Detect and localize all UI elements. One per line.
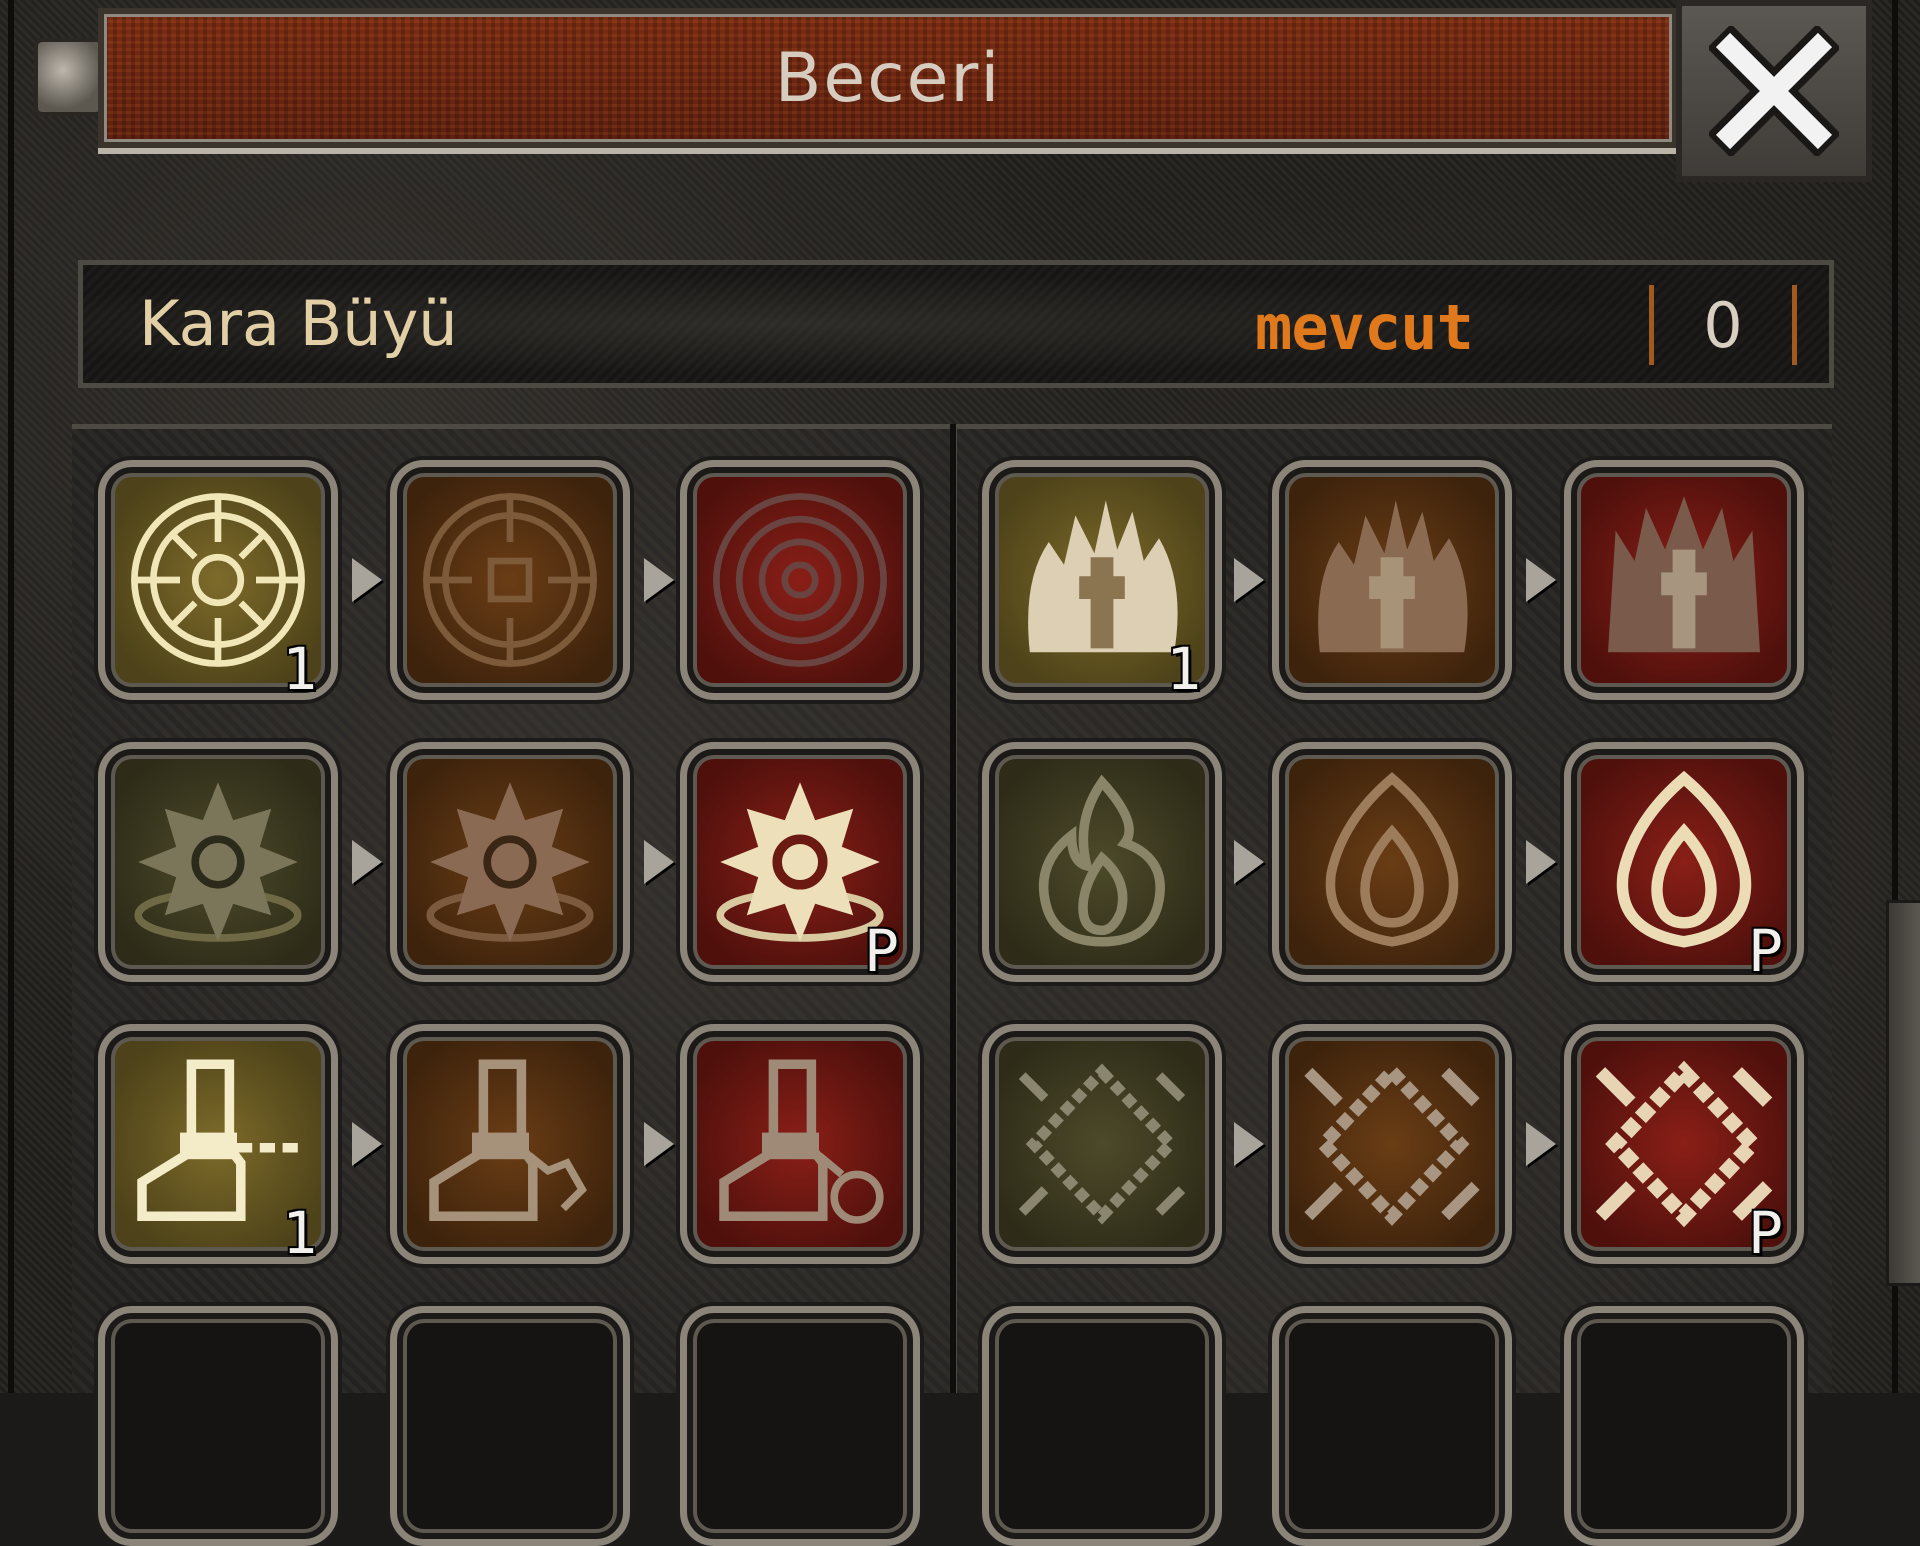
flame-figure-icon	[1608, 496, 1760, 653]
empty-skill-slot[interactable]	[982, 1306, 1222, 1546]
close-button[interactable]	[1676, 0, 1872, 182]
shackled-boot-icon	[429, 1059, 587, 1221]
skill-slot[interactable]	[982, 742, 1222, 982]
sword-ring-icon	[1018, 1063, 1186, 1225]
empty-skill-slot[interactable]	[680, 1306, 920, 1546]
flame-icon	[1038, 774, 1165, 947]
arrow-right-icon	[1526, 558, 1556, 602]
sword-ring-icon	[1304, 1062, 1480, 1226]
rune-wheel-icon	[423, 493, 597, 667]
grid-divider	[950, 424, 956, 1393]
skill-slot[interactable]: P	[1564, 1024, 1804, 1267]
arrow-right-icon	[1526, 840, 1556, 884]
available-points-label: mevcut	[1255, 291, 1474, 364]
rune-wheel-icon	[713, 493, 887, 667]
skill-slot[interactable]: P	[1564, 742, 1804, 985]
title-knob-icon	[34, 38, 104, 116]
skill-slot[interactable]	[1272, 742, 1512, 982]
skill-tree-name: Kara Büyü	[139, 287, 458, 360]
available-points-value: 0	[1649, 285, 1797, 365]
arrow-right-icon	[352, 1122, 382, 1166]
arrow-right-icon	[644, 1122, 674, 1166]
skill-slot[interactable]	[1272, 460, 1512, 700]
arrow-right-icon	[644, 840, 674, 884]
arrow-right-icon	[644, 558, 674, 602]
skill-slot[interactable]: 1	[982, 460, 1222, 703]
skill-slot[interactable]	[98, 742, 338, 982]
empty-skill-slot[interactable]	[390, 1306, 630, 1546]
empty-skill-slot[interactable]	[98, 1306, 338, 1546]
flame-figure-icon	[1318, 500, 1468, 653]
skill-slot[interactable]: 1	[98, 460, 338, 703]
skill-slot[interactable]	[390, 1024, 630, 1264]
skill-slot[interactable]	[1564, 460, 1804, 700]
close-icon	[1709, 26, 1839, 156]
arrow-right-icon	[352, 558, 382, 602]
skill-slot[interactable]	[390, 460, 630, 700]
skill-slot[interactable]: P	[680, 742, 920, 985]
skill-slot[interactable]	[982, 1024, 1222, 1264]
arrow-right-icon	[1234, 1122, 1264, 1166]
skill-level: 1	[1166, 635, 1201, 703]
shackled-boot-icon	[719, 1059, 884, 1224]
skill-level: P	[1748, 917, 1783, 985]
arrow-right-icon	[1234, 558, 1264, 602]
empty-skill-slot[interactable]	[1564, 1306, 1804, 1546]
arrow-right-icon	[352, 840, 382, 884]
empty-skill-slot[interactable]	[1272, 1306, 1512, 1546]
skill-slot[interactable]: 1	[98, 1024, 338, 1267]
star-rune-icon	[134, 782, 302, 942]
title-bar: Beceri	[98, 8, 1678, 148]
skill-slot[interactable]	[680, 1024, 920, 1264]
skill-level: 1	[282, 635, 317, 703]
window-title: Beceri	[774, 38, 1002, 118]
skill-level: 1	[282, 1199, 317, 1267]
skill-level: P	[1748, 1199, 1783, 1267]
arrow-right-icon	[1526, 1122, 1556, 1166]
skill-slot[interactable]	[1272, 1024, 1512, 1264]
skill-level: P	[864, 917, 899, 985]
skill-tree-header: Kara Büyü mevcut 0	[78, 260, 1834, 388]
skill-slot[interactable]	[680, 460, 920, 700]
star-rune-icon	[426, 782, 594, 942]
skill-slot[interactable]	[390, 742, 630, 982]
arrow-right-icon	[1234, 840, 1264, 884]
flame-icon	[1325, 772, 1459, 947]
scroll-handle[interactable]	[1886, 900, 1920, 1286]
